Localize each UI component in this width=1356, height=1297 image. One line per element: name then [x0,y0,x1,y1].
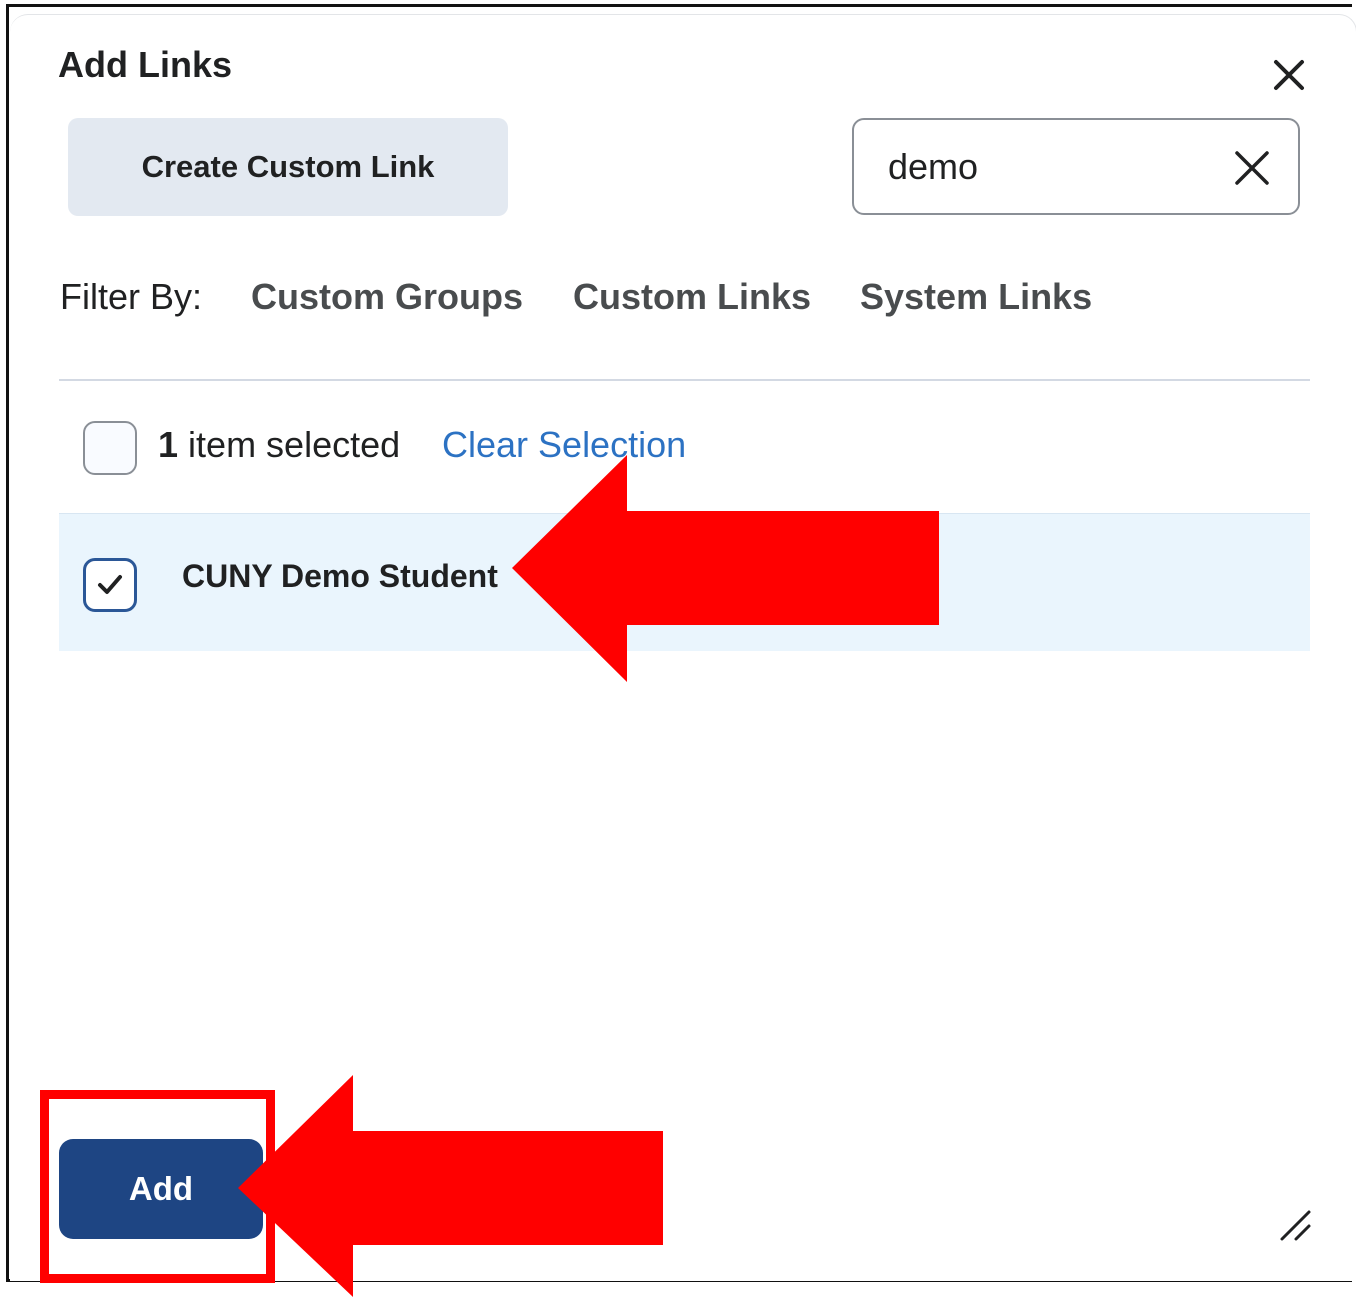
create-custom-link-button[interactable]: Create Custom Link [68,118,508,216]
resize-handle[interactable] [1276,1206,1312,1242]
item-checkbox[interactable] [83,558,137,612]
clear-icon [1235,151,1269,185]
filter-system-links[interactable]: System Links [860,276,1092,318]
filter-custom-groups[interactable]: Custom Groups [251,276,523,318]
item-label: CUNY Demo Student [182,558,498,594]
selection-count-number: 1 [158,424,179,465]
checkmark-icon [98,575,122,594]
filter-custom-links[interactable]: Custom Links [573,276,811,318]
resize-icon [1280,1210,1311,1241]
search-box [852,118,1300,215]
close-button[interactable] [1266,52,1312,98]
close-icon [1274,60,1304,90]
clear-selection-link[interactable]: Clear Selection [442,424,686,466]
divider [59,379,1310,381]
add-button[interactable]: Add [59,1139,263,1239]
select-all-checkbox[interactable] [83,421,137,475]
search-input[interactable] [888,140,1208,194]
dialog-title: Add Links [58,44,233,85]
search-clear-button[interactable] [1230,146,1274,190]
selection-count: 1 item selected [158,424,400,466]
filter-label: Filter By: [60,276,203,317]
selection-count-text: item selected [188,424,401,465]
